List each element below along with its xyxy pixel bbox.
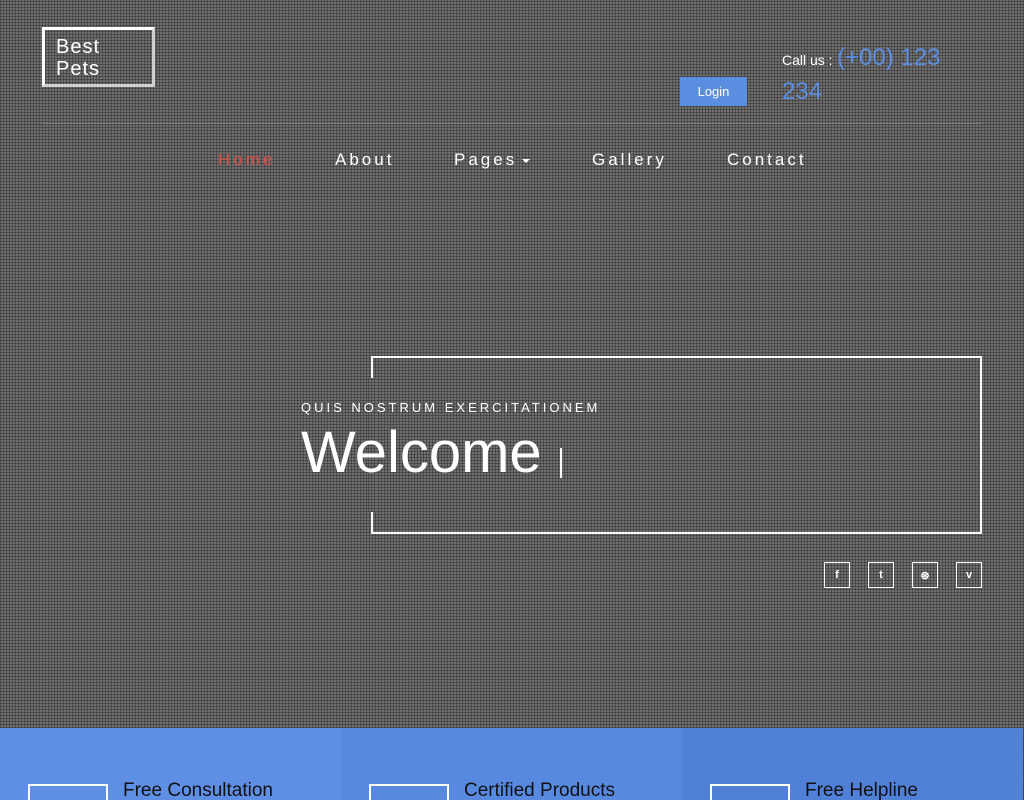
feature-certified-products[interactable]: Certified Products	[341, 728, 682, 800]
call-us: Call us : (+00) 123 234	[782, 42, 962, 110]
features-bar: Free Consultation Certified Products Fre…	[0, 728, 1024, 800]
header-divider	[42, 123, 982, 124]
logo-line-1: Best	[56, 36, 101, 58]
nav-item-pages-label: Pages	[454, 150, 518, 169]
nav-item-pages[interactable]: Pages	[454, 150, 531, 170]
dribbble-icon[interactable]: ⊛	[912, 562, 938, 588]
nav-item-gallery[interactable]: Gallery	[592, 150, 667, 170]
twitter-icon[interactable]: t	[868, 562, 894, 588]
login-button[interactable]: Login	[680, 77, 747, 106]
feature-icon-box	[369, 784, 449, 800]
vimeo-icon[interactable]: v	[956, 562, 982, 588]
nav-item-home[interactable]: Home	[218, 150, 275, 170]
call-us-label: Call us :	[782, 52, 833, 68]
hero-subtitle: QUIS NOSTRUM EXERCITATIONEM	[301, 400, 601, 415]
feature-icon-box	[710, 784, 790, 800]
nav-item-contact[interactable]: Contact	[727, 150, 807, 170]
site-logo[interactable]: Best Pets	[42, 27, 155, 87]
feature-title: Certified Products	[464, 780, 616, 800]
feature-free-helpline[interactable]: Free Helpline	[682, 728, 1023, 800]
typing-cursor	[559, 448, 562, 478]
facebook-icon[interactable]: f	[824, 562, 850, 588]
hero-title: Welcome	[301, 420, 542, 485]
nav-item-about[interactable]: About	[335, 150, 394, 170]
caret-down-icon	[522, 158, 531, 163]
feature-icon-box	[28, 784, 108, 800]
logo-line-2: Pets	[56, 58, 101, 80]
hero-title-wrap: Welcome	[301, 420, 562, 486]
feature-title: Free Consultation	[123, 780, 273, 800]
feature-title: Free Helpline	[805, 780, 918, 800]
main-nav: Home About Pages Gallery Contact	[0, 150, 1024, 174]
feature-free-consultation[interactable]: Free Consultation	[0, 728, 341, 800]
